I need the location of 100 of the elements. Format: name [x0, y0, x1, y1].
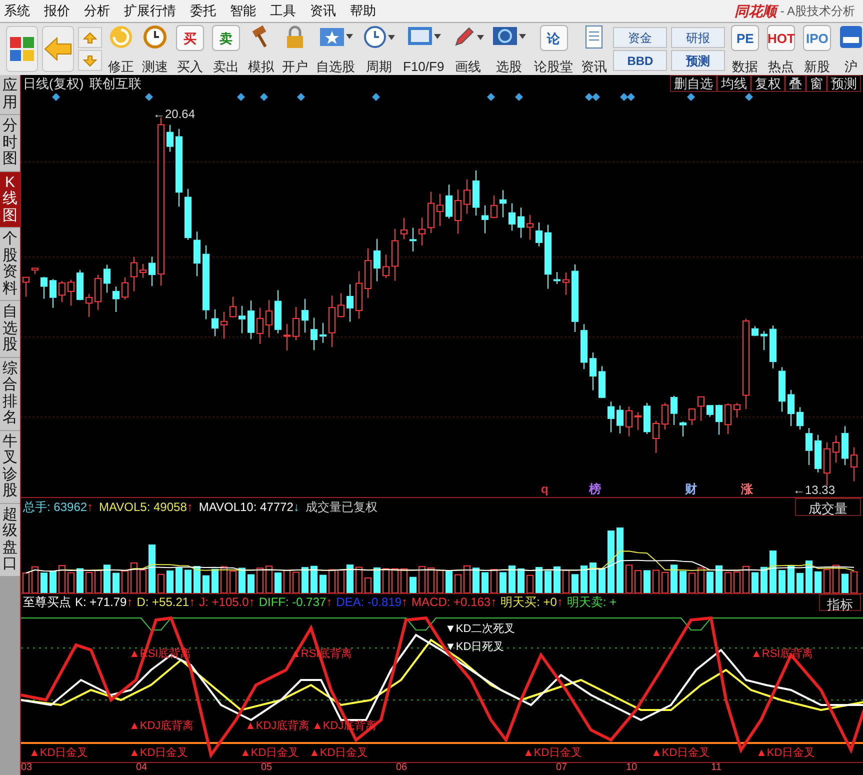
signal-label: ▼KD二次死叉	[445, 623, 516, 635]
date-label: 05	[261, 763, 272, 773]
candlestick	[616, 405, 624, 434]
event-marker[interactable]: 财	[685, 482, 697, 496]
candlestick	[706, 404, 714, 418]
side-tab[interactable]: 自选股	[0, 301, 20, 356]
menu-item[interactable]: 工具	[270, 1, 296, 21]
toolbar-button[interactable]: 资讯	[579, 25, 610, 73]
chart-button[interactable]: 叠	[785, 75, 806, 92]
back-button[interactable]	[42, 26, 74, 72]
pencil-icon	[452, 25, 476, 49]
toolbar-button[interactable]: 自选股	[314, 25, 357, 73]
candlestick	[850, 446, 858, 482]
signal-label: ▼KD日死叉	[445, 641, 504, 653]
toolbar-button[interactable]: 资金	[613, 27, 668, 48]
toolbar-button[interactable]: 预测	[671, 50, 726, 71]
toolbar-button[interactable]: F10/F9	[401, 25, 446, 73]
date-label: 07	[556, 763, 568, 773]
event-marker[interactable]: 榜	[589, 482, 601, 496]
toolbar-button[interactable]: 模拟	[246, 25, 276, 73]
side-tab[interactable]: 应用	[0, 75, 20, 114]
side-tab[interactable]: 综合排名	[0, 358, 20, 430]
menu-item[interactable]: 报价	[44, 1, 70, 21]
candlestick	[122, 276, 128, 300]
indicator-button[interactable]: 指标	[819, 594, 861, 610]
layout-button[interactable]	[6, 26, 38, 72]
candlestick	[508, 202, 516, 232]
toolbar-button[interactable]: IPO 新股	[801, 25, 834, 73]
candlestick	[698, 396, 704, 422]
candlestick	[518, 207, 524, 238]
caret-icon	[388, 34, 395, 40]
back-arrow-icon	[43, 36, 73, 62]
chart-title: 日线(复权)	[23, 74, 84, 93]
menu-item[interactable]: 智能	[230, 1, 256, 21]
app-logo: 同花顺	[734, 0, 776, 22]
side-tab[interactable]: K线图	[0, 172, 20, 227]
volume-note: 成交量已复权	[305, 498, 378, 516]
toolbar-button[interactable]: PE 数据	[729, 25, 762, 73]
clock-icon	[363, 25, 387, 49]
side-tab[interactable]: 超级盘口	[0, 504, 20, 576]
signal-label: ▲RSI底背离	[751, 648, 814, 660]
toolbar-button[interactable]: 开户	[280, 25, 310, 73]
toolbar-button[interactable]: 买 买入	[174, 25, 206, 73]
volume-button[interactable]: 成交量	[795, 498, 861, 516]
toolbar-button[interactable]: 画线	[450, 25, 486, 73]
indicator-legend-item: J: +105.0↑	[199, 594, 255, 611]
candlestick	[418, 217, 426, 246]
indicator-legend-item: K: +71.79↑	[75, 594, 133, 611]
star-folder-icon	[318, 25, 344, 47]
candlestick	[148, 256, 156, 287]
candlestick	[832, 435, 840, 464]
chart-button[interactable]: 预测	[827, 75, 861, 92]
candlestick	[824, 442, 830, 486]
menu-item[interactable]: 系统	[4, 1, 30, 21]
candlestick	[338, 292, 344, 318]
caret-icon	[434, 34, 441, 38]
toolbar-button[interactable]: 修正	[106, 25, 136, 73]
toolbar-button[interactable]: 论 论股堂	[532, 25, 576, 73]
candlestick	[806, 428, 812, 466]
toolbar-button[interactable]: 测速	[140, 25, 170, 73]
toolbar-button[interactable]: BBD	[613, 50, 668, 71]
side-tab[interactable]: 个股资料	[0, 228, 20, 300]
toolbar-button[interactable]: 周期	[361, 25, 397, 73]
caret-icon	[346, 34, 352, 38]
candlestick	[734, 402, 740, 418]
toolbar-button[interactable]: 研报	[671, 27, 726, 48]
app-title: - A股技术分析	[780, 3, 855, 20]
up-arrow-button[interactable]	[78, 27, 102, 48]
candlestick	[464, 178, 470, 214]
candlestick	[86, 293, 92, 318]
chart-button[interactable]: 均线	[717, 75, 751, 92]
menu-item[interactable]: 扩展行情	[124, 1, 176, 21]
signal-label: ▲KDJ底背离	[129, 720, 194, 732]
event-marker[interactable]: q	[541, 482, 548, 496]
signal-label: ▲KD日金叉	[756, 747, 816, 759]
down-arrow-button[interactable]	[78, 50, 102, 71]
menu-item[interactable]: 资讯	[310, 1, 336, 21]
toolbar-button[interactable]: 卖 卖出	[210, 25, 242, 73]
event-marker[interactable]: 涨	[741, 482, 753, 496]
candlestick	[500, 190, 506, 218]
toolbar-button[interactable]: 沪	[837, 25, 863, 73]
candlestick	[112, 286, 120, 312]
candlestick	[356, 270, 362, 320]
menu-item[interactable]: 帮助	[350, 1, 376, 21]
date-label: 04	[136, 763, 148, 773]
candlestick	[724, 403, 732, 435]
screen-icon	[406, 25, 433, 47]
candlestick	[230, 296, 236, 318]
chart-button[interactable]: 删自选	[670, 75, 717, 92]
chart-button[interactable]: 窗	[806, 75, 827, 92]
toolbar-button[interactable]: 选股	[490, 25, 528, 73]
side-tab[interactable]: 牛叉诊股	[0, 430, 20, 502]
candlestick	[248, 300, 254, 340]
chart-button[interactable]: 复权	[751, 75, 785, 92]
toolbar-button[interactable]: HOT 热点	[765, 25, 798, 73]
candlestick	[626, 406, 632, 437]
date-label: 06	[396, 763, 408, 773]
menu-item[interactable]: 委托	[190, 1, 216, 21]
side-tab[interactable]: 分时图	[0, 115, 20, 170]
menu-item[interactable]: 分析	[84, 1, 110, 21]
